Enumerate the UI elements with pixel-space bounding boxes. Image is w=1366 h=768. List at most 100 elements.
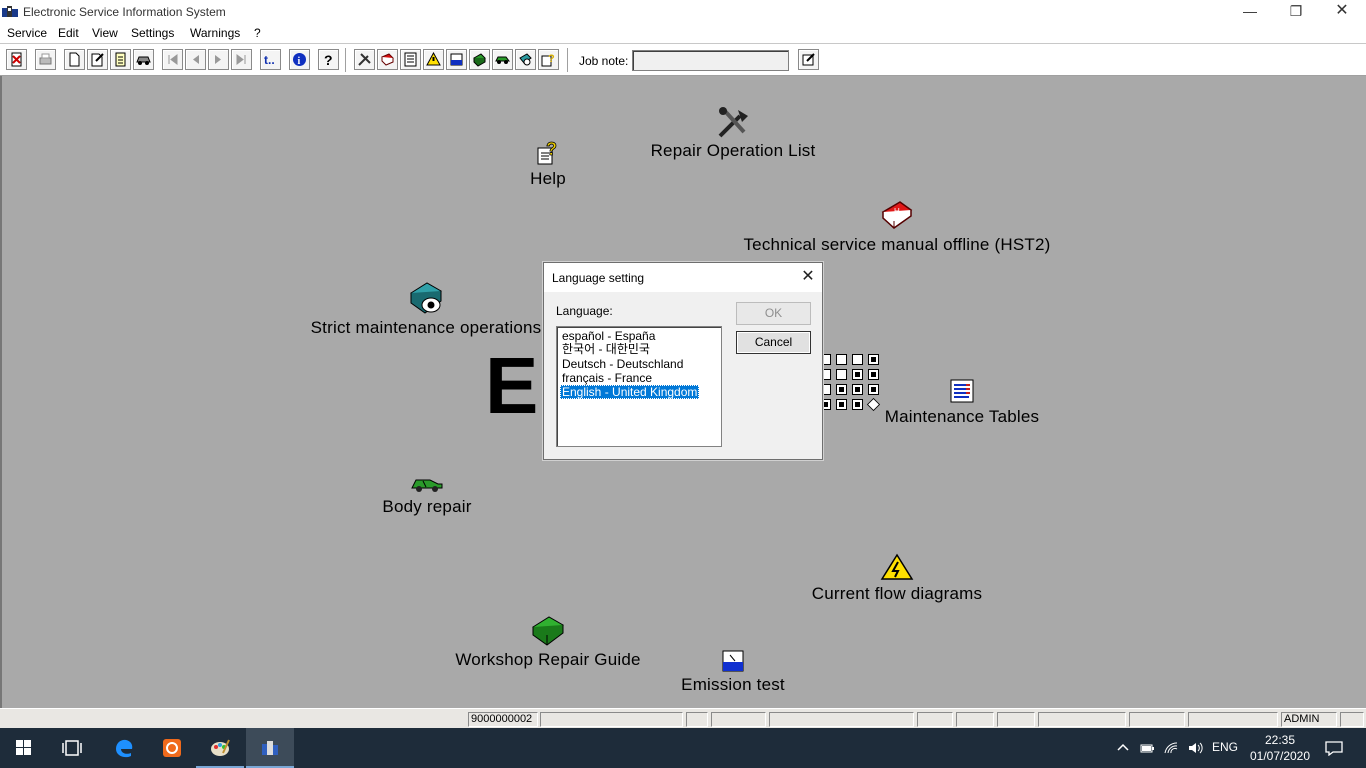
menu-help[interactable]: ? [254, 26, 261, 40]
warning-icon[interactable] [423, 49, 444, 70]
status-pane [769, 712, 914, 727]
status-pane [711, 712, 766, 727]
current-flow-diagrams-item[interactable]: Current flow diagrams [808, 553, 986, 604]
input-language[interactable]: ENG [1212, 740, 1238, 756]
menu-settings[interactable]: Settings [131, 26, 174, 40]
start-button[interactable] [0, 728, 48, 768]
title-bar: Electronic Service Information System — … [0, 0, 1366, 24]
language-option[interactable]: français - France [560, 371, 654, 385]
menu-warnings[interactable]: Warnings [190, 26, 240, 40]
workshop-guide-icon [532, 616, 564, 646]
app-orange-button[interactable] [148, 728, 196, 768]
window-title: Electronic Service Information System [23, 5, 226, 19]
document-list-icon[interactable] [110, 49, 131, 70]
help-document-icon: ? [537, 139, 557, 165]
edit-document-icon[interactable] [87, 49, 108, 70]
edge-browser-button[interactable] [100, 728, 148, 768]
print-icon[interactable] [35, 49, 56, 70]
manual-book-icon: H [881, 201, 913, 229]
strict-maintenance-icon[interactable] [515, 49, 536, 70]
technical-service-manual-item[interactable]: H Technical service manual offline (HST2… [738, 198, 1056, 255]
emission-test-item[interactable]: Emission test [678, 650, 788, 695]
system-clock[interactable]: 22:35 01/07/2020 [1244, 732, 1316, 764]
previous-page-icon[interactable] [185, 49, 206, 70]
dialog-title-bar: Language setting ✕ [544, 263, 822, 292]
tools-icon[interactable] [354, 49, 375, 70]
svg-text:i: i [298, 56, 301, 67]
job-note-edit-icon[interactable] [798, 49, 819, 70]
status-pane [1129, 712, 1185, 727]
language-setting-dialog: Language setting ✕ Language: español - E… [543, 262, 823, 460]
volume-icon[interactable] [1187, 740, 1203, 756]
status-pane [1340, 712, 1364, 727]
job-note-label: Job note: [579, 54, 629, 68]
first-page-icon[interactable] [162, 49, 183, 70]
esis-app-button[interactable] [246, 728, 294, 768]
maintenance-tables-item[interactable]: Maintenance Tables [882, 378, 1042, 427]
language-option[interactable]: español - España [560, 329, 657, 343]
chevron-up-icon[interactable] [1115, 740, 1131, 756]
workshop-guide-icon[interactable] [469, 49, 490, 70]
svg-text:t..: t.. [264, 53, 275, 67]
new-document-icon[interactable] [64, 49, 85, 70]
svg-text:?: ? [548, 53, 555, 65]
strict-maintenance-item[interactable]: Strict maintenance operations [306, 281, 546, 338]
paint-app-button[interactable] [196, 728, 244, 768]
windows-icon [16, 740, 31, 755]
tools-icon [718, 107, 748, 138]
status-pane [540, 712, 683, 727]
help-item[interactable]: ? Help [518, 138, 578, 189]
paint-palette-icon [211, 739, 230, 756]
document-help-icon[interactable]: ? [538, 49, 559, 70]
restore-button[interactable]: ❐ [1273, 0, 1319, 24]
cancel-button[interactable]: Cancel [736, 331, 811, 354]
body-repair-icon[interactable] [492, 49, 513, 70]
wifi-icon[interactable] [1163, 740, 1179, 756]
workshop-repair-guide-label: Workshop Repair Guide [455, 650, 641, 669]
current-flow-warning-icon [880, 553, 914, 580]
status-number: 9000000002 [468, 712, 538, 727]
body-repair-icon [411, 479, 443, 492]
exit-icon[interactable] [6, 49, 27, 70]
go-up-icon[interactable]: t.. [260, 49, 281, 70]
manual-book-icon[interactable] [377, 49, 398, 70]
repair-operation-list-item[interactable]: Repair Operation List [648, 106, 818, 161]
menu-view[interactable]: View [92, 26, 118, 40]
ok-button[interactable]: OK [736, 302, 811, 325]
task-view-icon [62, 740, 82, 756]
language-option-selected[interactable]: English - United Kingdom [560, 385, 700, 399]
svg-text:?: ? [546, 139, 557, 159]
body-repair-label: Body repair [382, 497, 472, 516]
help-icon[interactable]: ? [318, 49, 339, 70]
strict-maintenance-icon [410, 282, 442, 314]
clock-date: 01/07/2020 [1249, 749, 1311, 763]
job-note-field[interactable] [632, 50, 789, 71]
notification-icon[interactable] [1325, 740, 1343, 757]
info-icon[interactable]: i [289, 49, 310, 70]
menu-service[interactable]: Service [7, 26, 47, 40]
orange-app-icon [163, 739, 181, 757]
edge-icon [116, 739, 133, 758]
last-page-icon[interactable] [231, 49, 252, 70]
language-listbox[interactable]: español - España 한국어 - 대한민국 Deutsch - De… [556, 326, 722, 447]
menu-edit[interactable]: Edit [58, 26, 79, 40]
workshop-repair-guide-item[interactable]: Workshop Repair Guide [452, 613, 644, 670]
dialog-close-icon[interactable]: ✕ [796, 267, 820, 287]
maintenance-table-icon[interactable] [400, 49, 421, 70]
next-page-icon[interactable] [208, 49, 229, 70]
close-button[interactable]: ✕ [1319, 0, 1365, 24]
emission-icon[interactable] [446, 49, 467, 70]
battery-icon[interactable] [1139, 740, 1155, 756]
status-pane [1188, 712, 1278, 727]
language-option[interactable]: 한국어 - 대한민국 [560, 342, 652, 356]
task-view-button[interactable] [48, 728, 96, 768]
emission-test-label: Emission test [681, 675, 785, 694]
status-pane [956, 712, 994, 727]
minimize-button[interactable]: — [1227, 0, 1273, 24]
status-bar: 9000000002 ADMIN [0, 708, 1366, 728]
body-repair-item[interactable]: Body repair [380, 476, 474, 517]
esis-app-icon [262, 741, 278, 755]
language-option[interactable]: Deutsch - Deutschland [560, 357, 685, 371]
help-label: Help [530, 169, 566, 188]
vehicle-icon[interactable] [133, 49, 154, 70]
